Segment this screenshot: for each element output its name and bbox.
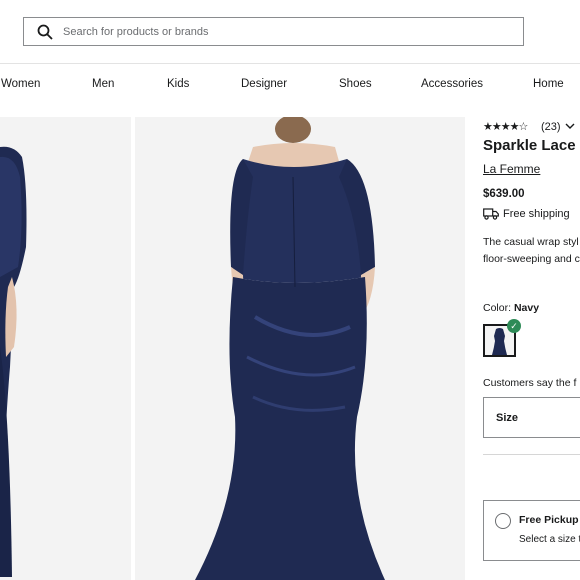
customers-say: Customers say the f bbox=[483, 377, 577, 389]
pickup-title: Free Pickup bbox=[519, 514, 579, 526]
divider bbox=[483, 454, 580, 455]
shipping-label: Free shipping bbox=[503, 208, 570, 220]
color-label: Color: Navy bbox=[483, 302, 540, 314]
nav-shoes[interactable]: Shoes bbox=[339, 78, 372, 90]
nav-designer[interactable]: Designer bbox=[241, 78, 287, 90]
shipping-info: Free shipping bbox=[483, 208, 570, 220]
category-nav: Women Men Kids Designer Shoes Accessorie… bbox=[0, 78, 580, 94]
chevron-down-icon[interactable] bbox=[565, 121, 575, 134]
product-description: The casual wrap styl elegance that begin… bbox=[483, 236, 580, 265]
search-bar[interactable] bbox=[23, 17, 524, 46]
truck-icon bbox=[483, 208, 499, 220]
nav-accessories[interactable]: Accessories bbox=[421, 78, 483, 90]
product-image-back[interactable] bbox=[135, 117, 465, 580]
nav-women[interactable]: Women bbox=[1, 78, 40, 90]
product-title: Sparkle Lace bbox=[483, 137, 576, 154]
size-label: Size bbox=[496, 412, 519, 424]
color-value: Navy bbox=[513, 302, 540, 314]
search-icon bbox=[37, 24, 53, 40]
rating-stars[interactable]: ★★★★☆ bbox=[483, 120, 528, 133]
nav-home[interactable]: Home bbox=[533, 78, 564, 90]
pickup-subtitle: Select a size to bbox=[519, 534, 580, 545]
check-icon: ✓ bbox=[507, 319, 521, 333]
divider bbox=[0, 63, 580, 64]
nav-kids[interactable]: Kids bbox=[167, 78, 189, 90]
brand-link[interactable]: La Femme bbox=[483, 162, 540, 176]
product-image-front[interactable] bbox=[0, 117, 131, 580]
size-selector[interactable]: Size bbox=[483, 397, 580, 438]
search-input[interactable] bbox=[63, 25, 523, 38]
nav-men[interactable]: Men bbox=[92, 78, 114, 90]
review-count[interactable]: (23) bbox=[541, 121, 561, 133]
pickup-option[interactable]: Free Pickup Select a size to bbox=[483, 500, 580, 561]
pickup-radio[interactable] bbox=[495, 513, 511, 529]
product-price: $639.00 bbox=[483, 188, 525, 200]
product-info: ★★★★☆ (23) Sparkle Lace La Femme $639.00… bbox=[483, 117, 580, 580]
